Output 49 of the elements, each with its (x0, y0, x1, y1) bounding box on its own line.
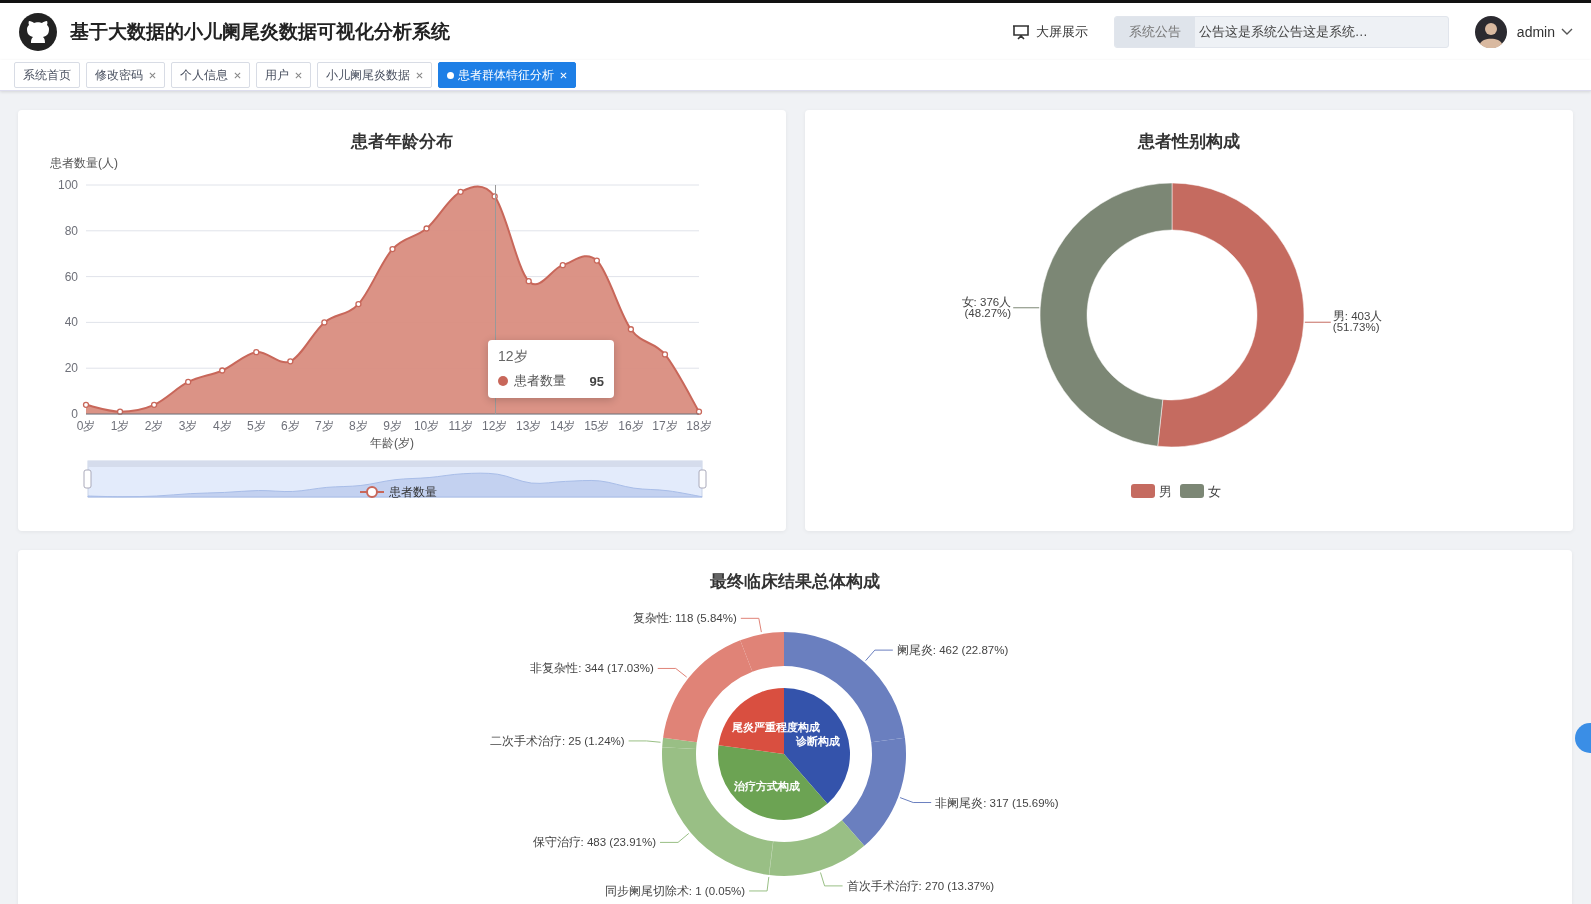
x-tick-label: 1岁 (110, 419, 130, 433)
y-tick-label: 100 (57, 178, 78, 192)
slice-label: 非阑尾炎: 317 (15.69%) (935, 796, 1059, 809)
x-tick-label: 4岁 (212, 419, 232, 433)
y-axis-title: 患者数量(人) (50, 156, 118, 170)
chart-title: 患者年龄分布 (349, 131, 454, 153)
x-tick-label: 9岁 (383, 419, 402, 433)
x-tick-label: 11岁 (448, 419, 473, 433)
x-tick-label: 10岁 (413, 419, 440, 433)
slice-label: 阑尾炎: 462 (22.87%) (896, 644, 1009, 657)
slice-label: 同步阑尾切除术: 1 (0.05%) (604, 884, 746, 897)
notice-label: 系统公告 (1114, 16, 1195, 47)
slice-label: 保守治疗: 483 (23.91%) (532, 836, 657, 849)
chart-title: 最终临床结果总体构成 (709, 571, 881, 593)
x-axis-title: 年龄(岁) (370, 436, 414, 450)
series-name: 患者数量 (514, 372, 567, 390)
slice-label: 治疗方式构成 (733, 779, 800, 792)
x-tick-label: 15岁 (584, 419, 610, 433)
x-tick-label: 7岁 (315, 419, 334, 433)
y-tick-label: 0 (71, 407, 78, 421)
series-value: 95 (589, 373, 604, 389)
x-tick-label: 12岁 (482, 419, 508, 433)
slice-label: 复杂性: 118 (5.84%) (632, 612, 737, 625)
x-tick-label: 6岁 (281, 419, 300, 433)
x-tick-label: 0岁 (76, 419, 96, 433)
chart-title: 患者性别构成 (1136, 131, 1241, 153)
y-tick-label: 60 (64, 269, 78, 284)
x-tick-label: 16岁 (618, 419, 644, 433)
notice-text: 公告这是系统公告这是系统… (1197, 22, 1368, 41)
x-tick-label: 5岁 (246, 419, 266, 433)
x-tick-label: 18岁 (686, 419, 712, 433)
y-tick-label: 20 (64, 361, 78, 376)
x-tick-label: 13岁 (516, 419, 542, 433)
y-tick-label: 40 (64, 315, 78, 330)
app-title: 基于大数据的小儿阑尾炎数据可视化分析系统 (70, 19, 450, 44)
slice-label: 男: 403人 (1332, 310, 1383, 323)
tooltip-title: 12岁 (498, 348, 529, 366)
slice-label: 二次手术治疗: 25 (1.24%) (489, 734, 625, 747)
x-tick-label: 14岁 (550, 419, 576, 433)
slice-label: 首次手术治疗: 270 (13.37%) (846, 879, 995, 892)
slice-label: 女: 376人 (961, 295, 1012, 308)
x-tick-label: 17岁 (652, 419, 678, 433)
slice-label: 非复杂性: 344 (17.03%) (530, 662, 654, 675)
x-tick-label: 3岁 (178, 419, 198, 433)
x-tick-label: 2岁 (144, 419, 164, 433)
y-tick-label: 80 (64, 223, 78, 238)
x-tick-label: 8岁 (349, 419, 368, 433)
slice-label: 诊断构成 (795, 735, 840, 748)
slice-percent: (48.27%) (964, 306, 1012, 319)
